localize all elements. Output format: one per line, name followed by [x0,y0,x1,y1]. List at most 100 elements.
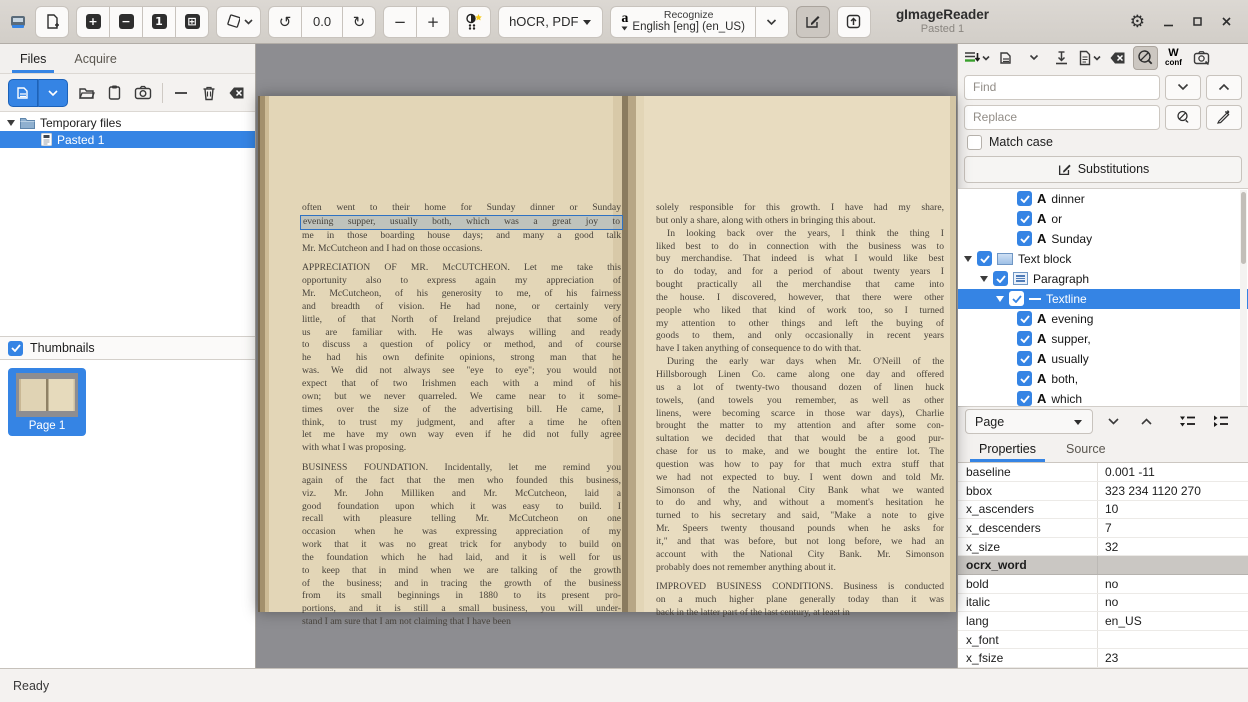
tab-files[interactable]: Files [6,44,60,73]
property-row[interactable]: ocrx_word [958,556,1248,575]
export-button[interactable] [837,6,871,38]
remove-source-button[interactable] [171,80,190,106]
ocr-tree-item[interactable]: Textline [958,289,1248,309]
item-checkbox[interactable] [1017,231,1032,246]
ocr-tree-item[interactable]: Asupper, [958,329,1248,349]
tree-scrollbar[interactable] [1240,190,1247,407]
maximize-button[interactable] [1192,16,1203,27]
word-confidence-toggle[interactable]: Wconf [1161,46,1186,70]
item-checkbox[interactable] [1017,371,1032,386]
preview-toggle[interactable] [1189,46,1214,70]
document-canvas[interactable]: often went to their home for Sunday dinn… [256,44,958,668]
scanned-book-image[interactable]: often went to their home for Sunday dinn… [258,96,956,612]
add-page-button[interactable] [35,6,69,38]
settings-button[interactable]: ⚙ [1130,12,1145,32]
expand-all-button[interactable] [1175,410,1200,434]
recognize-dropdown-button[interactable] [755,6,789,38]
screenshot-button[interactable] [133,80,152,106]
item-checkbox[interactable] [1017,311,1032,326]
item-checkbox[interactable] [1017,391,1032,406]
property-row[interactable]: boldno [958,575,1248,594]
find-previous-button[interactable] [1206,75,1242,100]
zoom-in-button[interactable]: + [76,6,110,38]
ocr-mode-dropdown[interactable]: hOCR, PDF [498,6,603,38]
thumbnail-page-1[interactable]: Page 1 [8,368,86,436]
rotate-right-button[interactable]: ↻ [342,6,376,38]
item-checkbox[interactable] [1017,351,1032,366]
property-row[interactable]: italicno [958,594,1248,613]
property-row[interactable]: x_ascenders10 [958,501,1248,520]
tab-properties[interactable]: Properties [966,436,1049,463]
clear-output-button[interactable] [1105,46,1130,70]
scrollbar-thumb[interactable] [1241,192,1246,264]
ocr-tree-item[interactable]: Aboth, [958,369,1248,389]
selected-textline-highlight[interactable]: evening supper, usually both, which was … [300,215,623,230]
export-output-dropdown[interactable] [1077,46,1102,70]
zoom-out-button[interactable]: − [109,6,143,38]
property-row[interactable]: baseline0.001 -11 [958,463,1248,482]
close-button[interactable] [1221,16,1232,27]
item-checkbox[interactable] [993,271,1008,286]
paste-button[interactable] [105,80,124,106]
ocr-tree-item[interactable]: Ausually [958,349,1248,369]
find-next-button[interactable] [1165,75,1201,100]
rotate-mode-dropdown[interactable] [216,6,261,38]
decrement-button[interactable]: − [383,6,417,38]
open-output-button[interactable] [993,46,1018,70]
thumbnails-checkbox[interactable] [8,341,23,356]
open-output-dropdown[interactable] [1021,46,1046,70]
output-pane-toggle[interactable] [796,6,830,38]
rotation-angle-field[interactable]: 0.0 [301,6,343,38]
find-replace-toggle[interactable] [1133,46,1158,70]
clear-sources-button[interactable] [228,80,247,106]
item-checkbox[interactable] [1009,291,1024,306]
item-checkbox[interactable] [977,251,992,266]
replace-input[interactable] [964,105,1160,130]
property-row[interactable]: x_size32 [958,538,1248,557]
property-row[interactable]: langen_US [958,612,1248,631]
property-row[interactable]: bbox323 234 1120 270 [958,482,1248,501]
previous-match-button[interactable] [1134,410,1159,434]
page-selector[interactable]: Page [965,409,1093,434]
substitutions-button[interactable]: Substitutions [964,156,1242,183]
open-file-dropdown[interactable] [38,79,68,107]
item-checkbox[interactable] [1017,211,1032,226]
ocr-tree-item[interactable]: Adinner [958,189,1248,209]
find-input[interactable] [964,75,1160,100]
ocr-tree-item[interactable]: Aor [958,209,1248,229]
image-controls-button[interactable] [457,6,491,38]
item-checkbox[interactable] [1017,191,1032,206]
ocr-tree-item[interactable]: Paragraph [958,269,1248,289]
item-checkbox[interactable] [1017,331,1032,346]
ocr-tree-item[interactable]: Text block [958,249,1248,269]
expander-icon[interactable] [996,296,1004,302]
delete-source-button[interactable] [200,80,219,106]
match-case-checkbox[interactable] [967,135,982,150]
tab-acquire[interactable]: Acquire [60,44,130,73]
ocr-tree-item[interactable]: Aevening [958,309,1248,329]
next-match-button[interactable] [1101,410,1126,434]
increment-button[interactable]: + [416,6,450,38]
zoom-fit-button[interactable]: ⊞ [175,6,209,38]
open-folder-button[interactable] [77,80,96,106]
minimize-button[interactable] [1163,16,1174,27]
save-output-button[interactable] [1049,46,1074,70]
rotate-left-button[interactable]: ↺ [268,6,302,38]
property-row[interactable]: x_descenders7 [958,519,1248,538]
ocr-tree-item[interactable]: ASunday [958,229,1248,249]
expander-icon[interactable] [964,256,972,262]
tree-item-temporary-files[interactable]: Temporary files [0,114,255,131]
recognize-button[interactable]: a Recognize English [eng] (en_US) [610,6,756,38]
collapse-all-button[interactable] [1208,410,1233,434]
expander-icon[interactable] [980,276,988,282]
tree-item-pasted[interactable]: Pasted 1 [0,131,255,148]
property-row[interactable]: x_fsize23 [958,649,1248,668]
open-file-button[interactable] [8,79,38,107]
tab-source[interactable]: Source [1053,436,1119,463]
insert-mode-dropdown[interactable] [963,46,990,70]
zoom-original-button[interactable]: 1 [142,6,176,38]
expander-icon[interactable] [7,120,15,126]
replace-button[interactable] [1165,105,1201,130]
ocr-tree-item[interactable]: Awhich [958,389,1248,407]
property-row[interactable]: x_font [958,631,1248,650]
